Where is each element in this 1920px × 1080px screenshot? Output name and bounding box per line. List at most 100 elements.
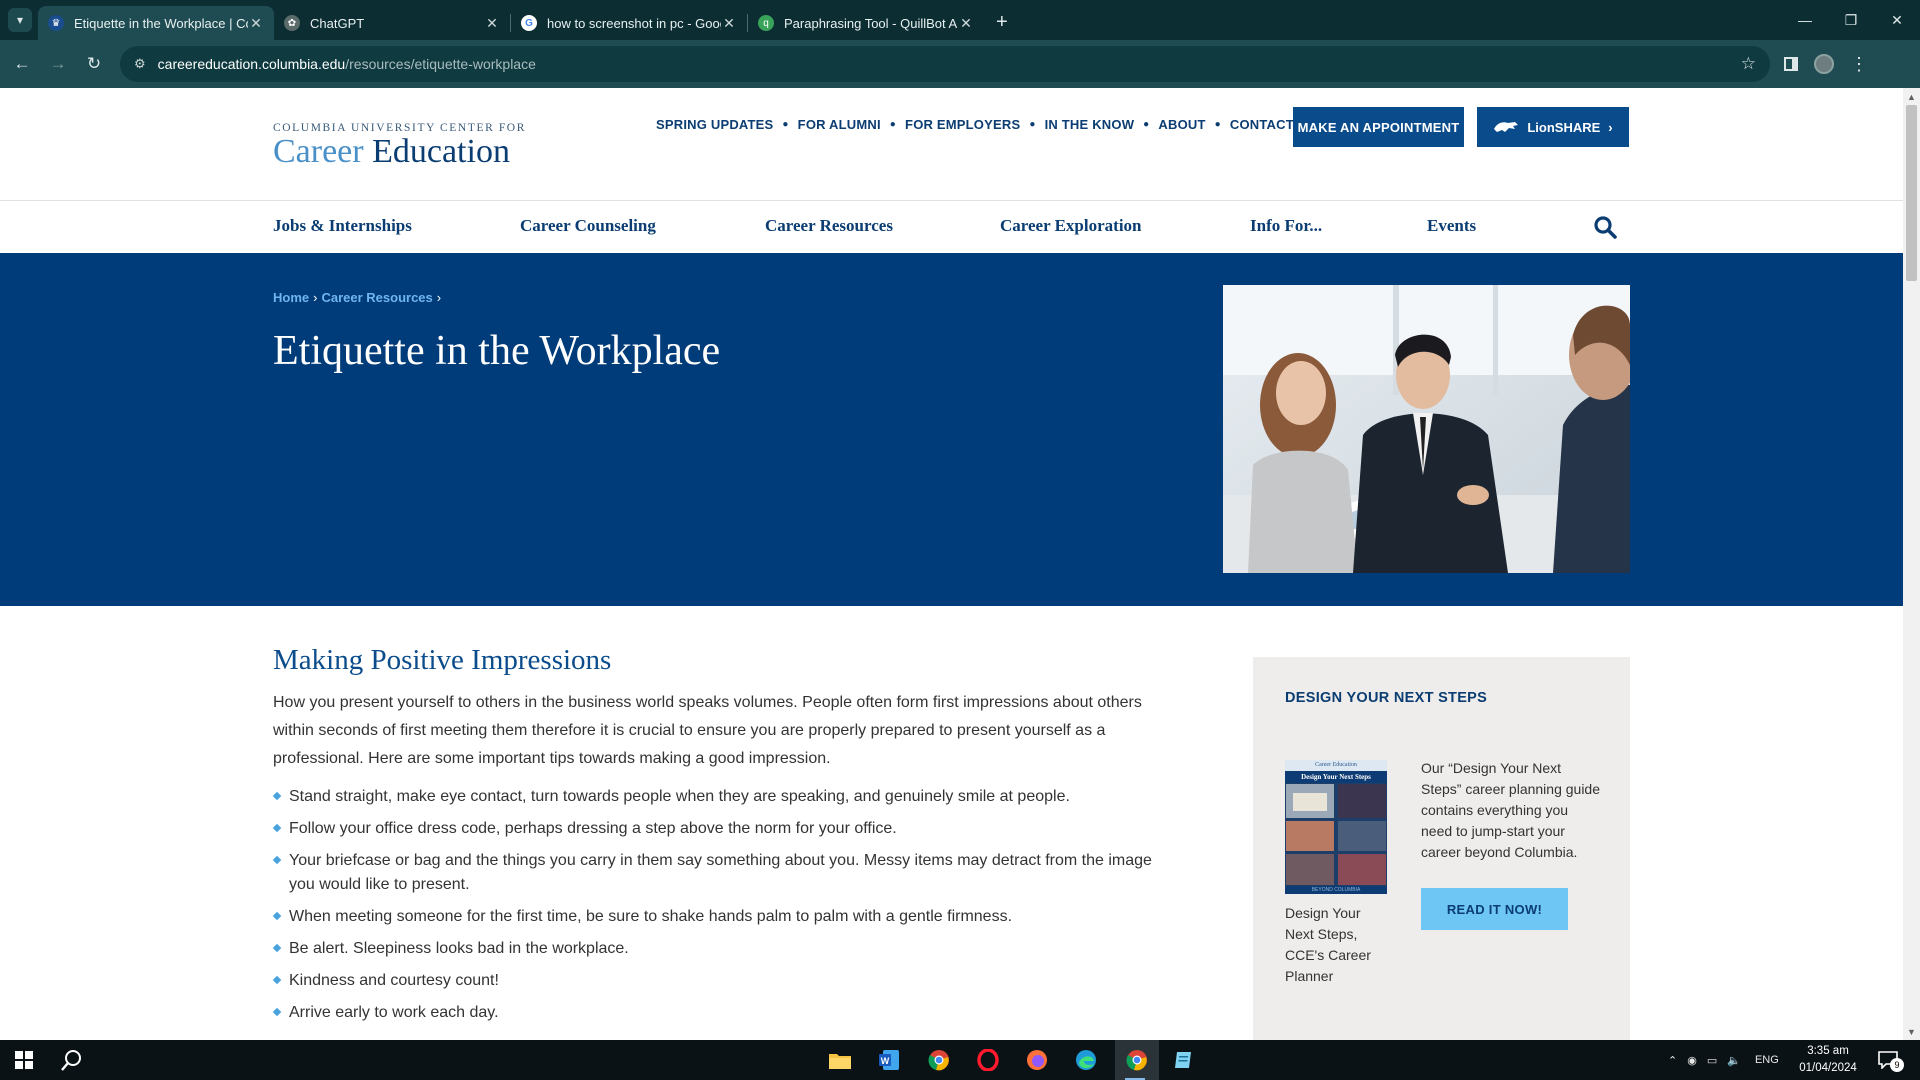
- business-meeting-photo: [1223, 285, 1630, 573]
- lionshare-button[interactable]: LionSHARE ›: [1477, 107, 1629, 147]
- nav-career-resources[interactable]: Career Resources: [765, 216, 893, 236]
- clock-date: 01/04/2024: [1799, 1062, 1857, 1074]
- tab-search-dropdown-icon[interactable]: ▾: [8, 8, 32, 32]
- new-tab-plus-icon[interactable]: +: [996, 11, 1008, 34]
- nav-info-for[interactable]: Info For...: [1250, 216, 1322, 236]
- reload-icon[interactable]: ↻: [76, 46, 112, 82]
- bullet-separator: ●: [1143, 119, 1150, 130]
- taskbar-clock[interactable]: 3:35 am 01/04/2024: [1792, 1043, 1864, 1077]
- back-arrow-icon[interactable]: ←: [4, 46, 40, 82]
- search-icon[interactable]: [52, 1040, 92, 1080]
- hero-banner: Home › Career Resources › Etiquette in t…: [0, 253, 1903, 606]
- address-bar[interactable]: ⚙ careereducation.columbia.edu/resources…: [120, 46, 1770, 82]
- chrome-icon[interactable]: [919, 1040, 959, 1080]
- volume-icon[interactable]: 🔈: [1727, 1054, 1741, 1067]
- clock-time: 3:35 am: [1807, 1045, 1849, 1057]
- breadcrumb-career-resources[interactable]: Career Resources: [321, 290, 432, 305]
- close-tab-icon[interactable]: ✕: [484, 15, 500, 32]
- bullet-diamond-icon: [272, 911, 282, 921]
- book-cover-collage: [1286, 784, 1386, 885]
- window-close-icon[interactable]: ✕: [1874, 0, 1920, 40]
- tip-text: Kindness and courtesy count!: [289, 972, 499, 989]
- close-tab-icon[interactable]: ✕: [248, 15, 264, 32]
- chevron-right-icon: ›: [1608, 119, 1613, 135]
- browser-tab-etiquette[interactable]: ♛ Etiquette in the Workplace | Co ✕: [38, 6, 274, 40]
- show-hidden-icons-chevron-icon[interactable]: ⌃: [1668, 1054, 1677, 1067]
- breadcrumb: Home › Career Resources ›: [273, 290, 441, 305]
- window-controls: — ❐ ✕: [1782, 0, 1920, 40]
- utility-link-about[interactable]: ABOUT: [1158, 117, 1205, 132]
- utility-link-contact[interactable]: CONTACT: [1230, 117, 1294, 132]
- page-scrollbar[interactable]: ▲ ▼: [1903, 88, 1920, 1040]
- tab-title: ChatGPT: [310, 15, 365, 31]
- list-item: Stand straight, make eye contact, turn t…: [272, 785, 1173, 809]
- google-icon: G: [521, 15, 537, 31]
- tips-list: Stand straight, make eye contact, turn t…: [272, 785, 1173, 1025]
- system-tray: ⌃ ◉ ▭ 🔈 ENG: [1668, 1040, 1779, 1080]
- restore-icon[interactable]: ❐: [1828, 0, 1874, 40]
- list-item: Be alert. Sleepiness looks bad in the wo…: [272, 937, 1173, 961]
- sidebar-callout: DESIGN YOUR NEXT STEPS Career Education …: [1253, 657, 1630, 1040]
- minimize-icon[interactable]: —: [1782, 0, 1828, 40]
- sidebar-heading: DESIGN YOUR NEXT STEPS: [1285, 690, 1488, 706]
- make-appointment-button[interactable]: MAKE AN APPOINTMENT: [1293, 107, 1464, 147]
- browser-toolbar: ← → ↻ ⚙ careereducation.columbia.edu/res…: [0, 40, 1920, 88]
- page-title: Etiquette in the Workplace: [273, 328, 721, 374]
- network-icon[interactable]: ▭: [1707, 1054, 1717, 1067]
- lionshare-label: LionSHARE: [1527, 119, 1601, 135]
- search-icon[interactable]: [1593, 215, 1617, 239]
- list-item: Your briefcase or bag and the things you…: [272, 849, 1173, 897]
- site-logo[interactable]: COLUMBIA UNIVERSITY CENTER FOR Career Ed…: [273, 122, 533, 170]
- utility-link-spring-updates[interactable]: SPRING UPDATES: [656, 117, 773, 132]
- utility-link-in-the-know[interactable]: IN THE KNOW: [1045, 117, 1135, 132]
- notification-count-badge: 9: [1890, 1058, 1904, 1072]
- browser-tab-chatgpt[interactable]: ✿ ChatGPT ✕: [274, 6, 510, 40]
- nav-jobs-internships[interactable]: Jobs & Internships: [273, 216, 412, 236]
- scroll-down-icon[interactable]: ▼: [1903, 1023, 1920, 1040]
- chrome-active-icon[interactable]: [1115, 1040, 1159, 1080]
- menu-dots-icon[interactable]: ⋮: [1850, 55, 1868, 73]
- tab-title: Etiquette in the Workplace | Co: [74, 15, 248, 31]
- word-icon[interactable]: W: [869, 1040, 909, 1080]
- opera-icon[interactable]: [968, 1040, 1008, 1080]
- logo-word-career: Career: [273, 133, 364, 170]
- close-tab-icon[interactable]: ✕: [721, 15, 737, 32]
- notepad-icon[interactable]: [1164, 1040, 1204, 1080]
- profile-avatar[interactable]: [1814, 54, 1834, 74]
- start-icon[interactable]: [4, 1040, 44, 1080]
- bullet-separator: ●: [1029, 119, 1036, 130]
- utility-link-employers[interactable]: FOR EMPLOYERS: [905, 117, 1020, 132]
- edge-icon[interactable]: [1066, 1040, 1106, 1080]
- nav-career-exploration[interactable]: Career Exploration: [1000, 216, 1142, 236]
- breadcrumb-separator: ›: [436, 290, 442, 305]
- bookmark-star-icon[interactable]: ☆: [1741, 54, 1756, 74]
- discord-icon[interactable]: ◉: [1687, 1054, 1697, 1067]
- browser-tab-quillbot[interactable]: q Paraphrasing Tool - QuillBot AI ✕: [748, 6, 984, 40]
- notification-center-icon[interactable]: 9: [1878, 1040, 1904, 1080]
- section-heading: Making Positive Impressions: [273, 644, 612, 676]
- list-item: Kindness and courtesy count!: [272, 969, 1173, 993]
- language-indicator[interactable]: ENG: [1755, 1054, 1779, 1066]
- utility-link-alumni[interactable]: FOR ALUMNI: [798, 117, 881, 132]
- side-panel-icon[interactable]: [1784, 57, 1798, 71]
- nav-career-counseling[interactable]: Career Counseling: [520, 216, 656, 236]
- browser-tab-google[interactable]: G how to screenshot in pc - Goog ✕: [511, 6, 747, 40]
- site-info-icon[interactable]: ⚙: [134, 56, 146, 72]
- career-planner-cover[interactable]: Career Education Design Your Next Steps …: [1285, 760, 1387, 894]
- bullet-diamond-icon: [272, 975, 282, 985]
- bullet-diamond-icon: [272, 823, 282, 833]
- forward-arrow-icon[interactable]: →: [40, 46, 76, 82]
- file-explorer-icon[interactable]: [820, 1040, 860, 1080]
- tip-text: When meeting someone for the first time,…: [289, 908, 1013, 925]
- close-tab-icon[interactable]: ✕: [958, 15, 974, 32]
- firefox-icon[interactable]: [1017, 1040, 1057, 1080]
- columbia-crown-icon: ♛: [48, 15, 64, 31]
- bullet-separator: ●: [782, 119, 789, 130]
- svg-text:W: W: [881, 1056, 890, 1066]
- read-it-now-button[interactable]: READ IT NOW!: [1421, 888, 1568, 930]
- scroll-up-icon[interactable]: ▲: [1903, 88, 1920, 105]
- scrollbar-thumb[interactable]: [1906, 105, 1917, 281]
- breadcrumb-home[interactable]: Home: [273, 290, 309, 305]
- windows-taskbar: W ⌃ ◉ ▭ 🔈 ENG 3:35 am 01/04/2024 9: [0, 1040, 1920, 1080]
- nav-events[interactable]: Events: [1427, 216, 1476, 236]
